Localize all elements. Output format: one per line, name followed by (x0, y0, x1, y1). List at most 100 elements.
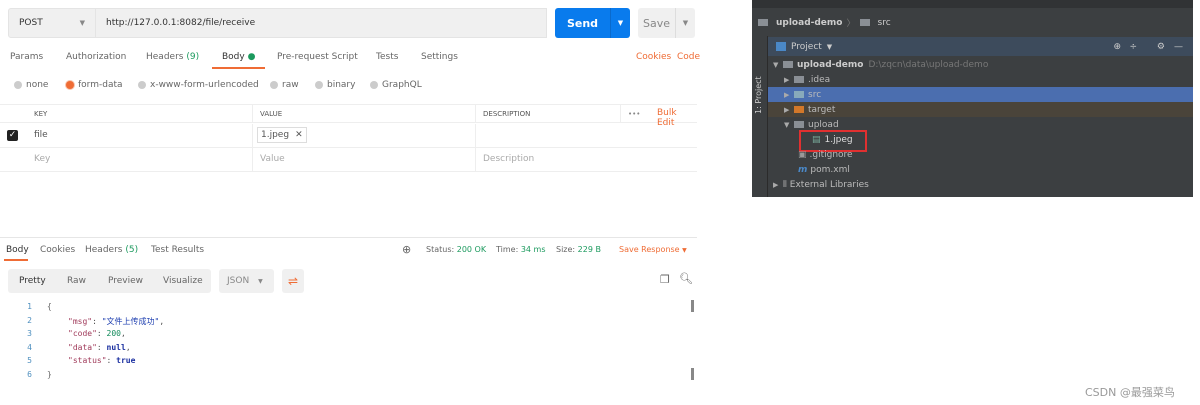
tab-authorization[interactable]: Authorization (66, 52, 126, 62)
response-tab-body[interactable]: Body (6, 245, 29, 255)
folder-icon (794, 76, 804, 83)
radio-binary[interactable]: binary (315, 80, 355, 90)
expand-arrow-icon[interactable]: ▶ (784, 91, 794, 99)
cookies-link[interactable]: Cookies (636, 52, 671, 62)
method-select[interactable]: POST ▼ (8, 8, 96, 38)
size-label: Size: (556, 245, 576, 254)
scrollbar-thumb[interactable] (691, 300, 694, 312)
gear-icon[interactable]: ⚙ (1157, 42, 1165, 52)
tree-label: .idea (808, 74, 831, 85)
radio-raw[interactable]: raw (270, 80, 299, 90)
key-placeholder-input[interactable]: Key (27, 148, 253, 172)
status-label: Status: (426, 245, 455, 254)
method-label: POST (19, 18, 43, 28)
line-number: 4 (27, 343, 32, 352)
response-tab-cookies[interactable]: Cookies (40, 245, 75, 255)
search-icon[interactable]: 🔍︎ (679, 272, 693, 285)
description-cell[interactable] (476, 124, 697, 148)
code-link[interactable]: Code (677, 52, 700, 62)
copy-icon[interactable]: ❐ (660, 273, 670, 286)
format-select[interactable]: JSON ▼ (219, 269, 274, 293)
radio-none[interactable]: none (14, 80, 48, 90)
radio-label: raw (282, 80, 299, 90)
time-label: Time: (496, 245, 519, 254)
expand-arrow-icon[interactable]: ▶ (784, 76, 794, 84)
save-dropdown-icon[interactable]: ▼ (675, 8, 695, 38)
checkbox-checked[interactable]: ✓ (7, 130, 18, 141)
tab-body[interactable]: Body ● (222, 52, 255, 62)
tab-params[interactable]: Params (10, 52, 43, 62)
value-placeholder-input[interactable]: Value (253, 148, 476, 172)
breadcrumb-item[interactable]: upload-demo (776, 18, 842, 28)
headers-count: (9) (186, 52, 200, 62)
tree-label: External Libraries (789, 179, 869, 190)
key-cell[interactable]: file (27, 124, 253, 148)
tree-item-pom[interactable]: m pom.xml (768, 162, 1193, 177)
empty-check-cell (0, 148, 27, 172)
tab-tests[interactable]: Tests (376, 52, 398, 62)
expand-arrow-icon[interactable]: ▼ (784, 121, 794, 129)
tree-label: target (808, 104, 836, 115)
breadcrumb-item[interactable]: src (878, 18, 891, 28)
folder-icon (859, 19, 870, 26)
save-response-button[interactable]: Save Response ▼ (619, 245, 687, 254)
tree-item-gitignore[interactable]: ▣ .gitignore (768, 147, 1193, 162)
tree-item-external-libraries[interactable]: ▶ ⫴ External Libraries (768, 177, 1193, 192)
tree-label: upload (808, 119, 839, 130)
bulk-edit-link[interactable]: Bulk Edit (650, 104, 697, 128)
response-tab-headers[interactable]: Headers (5) (85, 245, 138, 255)
json-line-msg: "msg": "文件上传成功", (68, 317, 165, 326)
view-raw[interactable]: Raw (67, 276, 86, 286)
tree-item-src[interactable]: ▶ src (768, 87, 1193, 102)
locate-icon[interactable]: ⊕ (1113, 42, 1121, 52)
description-placeholder-input[interactable]: Description (476, 148, 697, 172)
file-chip-label: 1.jpeg (261, 130, 290, 140)
radio-label: GraphQL (382, 80, 422, 90)
divider (0, 237, 697, 238)
tab-prerequest-script[interactable]: Pre-request Script (277, 52, 358, 62)
minimize-icon[interactable]: — (1174, 42, 1183, 52)
radio-graphql[interactable]: GraphQL (370, 80, 422, 90)
more-options-icon[interactable]: ••• (620, 104, 650, 123)
expand-arrow-icon[interactable]: ▶ (773, 181, 783, 189)
table-header-value: VALUE (253, 104, 476, 123)
tab-headers[interactable]: Headers (9) (146, 52, 199, 62)
tree-item-root[interactable]: ▼ upload-demo D:\zqcn\data\upload-demo (768, 57, 1193, 72)
save-button[interactable]: Save ▼ (638, 8, 695, 38)
json-key: "code" (68, 329, 97, 338)
line-number: 1 (27, 302, 32, 311)
table-header-description: DESCRIPTION (476, 104, 620, 123)
chevron-down-icon[interactable]: ▼ (827, 43, 832, 51)
panel-title[interactable]: Project (791, 42, 822, 52)
expand-arrow-icon[interactable]: ▶ (784, 106, 794, 114)
url-input[interactable]: http://127.0.0.1:8082/file/receive (95, 8, 547, 38)
tree-item-idea[interactable]: ▶ .idea (768, 72, 1193, 87)
tree-item-target[interactable]: ▶ target (768, 102, 1193, 117)
expand-arrow-icon[interactable]: ▼ (773, 61, 783, 69)
response-active-underline (4, 259, 28, 261)
send-button[interactable]: Send ▼ (555, 8, 630, 38)
json-value: "文件上传成功" (101, 317, 160, 326)
ide-breadcrumb: upload-demo 〉 src (758, 16, 891, 29)
globe-icon[interactable]: ⊕ (402, 243, 411, 256)
send-dropdown-icon[interactable]: ▼ (610, 8, 630, 38)
scrollbar-thumb-bottom[interactable] (691, 368, 694, 380)
tab-settings[interactable]: Settings (421, 52, 458, 62)
view-preview[interactable]: Preview (108, 276, 143, 286)
module-folder-icon (783, 61, 793, 68)
radio-label: none (26, 80, 49, 90)
value-cell[interactable]: 1.jpeg ✕ (253, 124, 476, 148)
folder-icon (794, 121, 804, 128)
view-visualize[interactable]: Visualize (163, 276, 203, 286)
collapse-icon[interactable]: ÷ (1129, 42, 1137, 52)
response-tab-test-results[interactable]: Test Results (151, 245, 204, 255)
radio-form-data[interactable]: form-data (66, 80, 123, 90)
wrap-lines-icon[interactable]: ⇌ (282, 269, 304, 293)
radio-urlencoded[interactable]: x-www-form-urlencoded (138, 80, 259, 90)
table-header-check (0, 104, 27, 123)
side-tab-project[interactable]: 1: Project (754, 76, 763, 114)
remove-file-icon[interactable]: ✕ (295, 130, 303, 140)
side-tool-strip: 1: Project (752, 36, 768, 197)
view-pretty[interactable]: Pretty (19, 276, 46, 286)
headers-label: Headers (85, 245, 123, 255)
